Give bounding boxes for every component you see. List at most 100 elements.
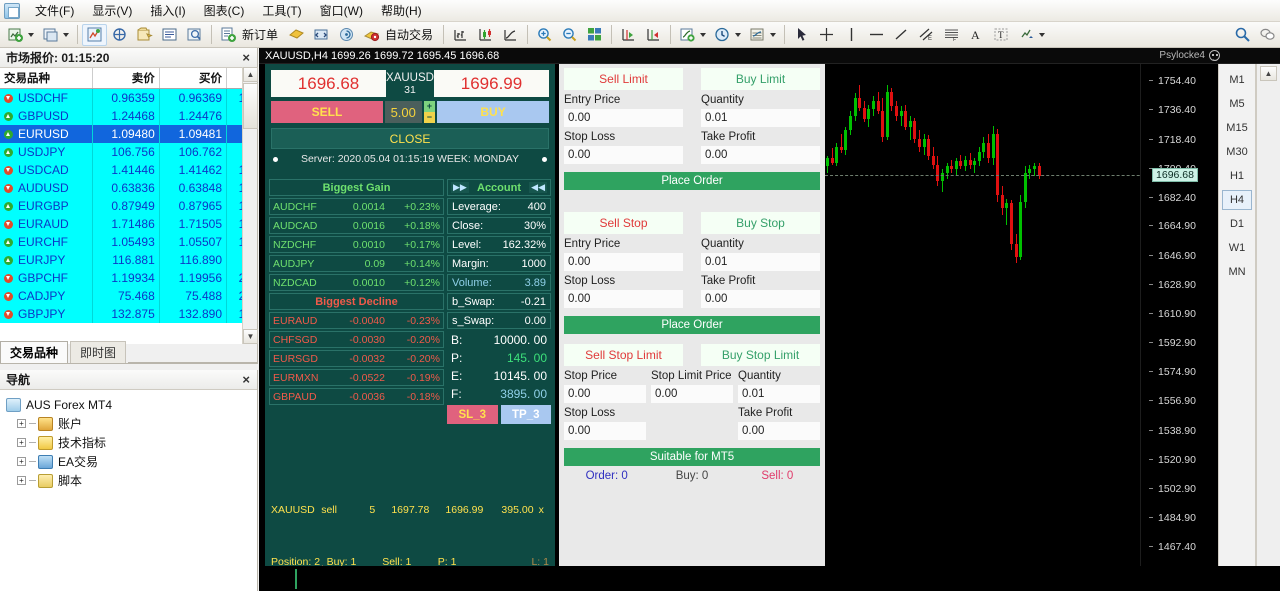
mover-row[interactable]: CHFSGD -0.0030 -0.20% [269,331,444,348]
new-order-button[interactable]: 新订单 [216,24,284,46]
table-row[interactable]: EURGBP0.879490.8796516 [0,196,257,215]
chevron-down-icon[interactable] [1039,32,1046,37]
equidistant-channel-button[interactable]: E [914,24,939,46]
stop-loss-input[interactable]: 0.00 [564,290,683,308]
candlestick-chart-button[interactable] [473,24,498,46]
data-window-button[interactable] [107,24,132,46]
sell-tab[interactable]: Sell Stop [564,212,683,234]
column-header-2[interactable]: 买价 [159,68,228,89]
stop-loss-preset-button[interactable]: SL_3 [447,405,498,424]
table-row[interactable]: EURAUD1.714861.7150519 [0,214,257,233]
table-row[interactable]: GBPJPY132.875132.89015 [0,304,257,323]
column-header-0[interactable]: 交易品种 [0,68,93,89]
table-row[interactable]: AUDUSD0.638360.6384812 [0,178,257,197]
table-row[interactable]: USDCHF0.963590.9636910 [0,88,257,107]
table-row[interactable]: USDCAD1.414461.4146216 [0,160,257,179]
menu-item-0[interactable]: 文件(F) [26,0,83,21]
stop-price-input[interactable]: 0.00 [564,385,646,403]
table-row[interactable]: EURCHF1.054931.0550714 [0,232,257,251]
quantity-input[interactable]: 0.01 [701,253,820,271]
fibonacci-button[interactable]: F [939,24,964,46]
tab-0[interactable]: 交易品种 [0,341,69,363]
indicators-button[interactable] [675,24,710,46]
timeframe-m30[interactable]: M30 [1222,142,1252,162]
mover-row[interactable]: EURSGD -0.0032 -0.20% [269,350,444,367]
take-profit-preset-button[interactable]: TP_3 [500,405,551,424]
autotrading-button[interactable]: 自动交易 [359,24,439,46]
bar-chart-button[interactable] [448,24,473,46]
bid-price[interactable]: 1696.68 [271,70,387,97]
trendline-button[interactable] [889,24,914,46]
navigator-button[interactable] [132,24,157,46]
timeframe-m5[interactable]: M5 [1222,94,1252,114]
expand-icon[interactable]: + [17,438,26,447]
nav-item-2[interactable]: + EA交易 [15,452,257,471]
mql5-community-button[interactable] [284,24,309,46]
close-icon[interactable]: × [239,372,253,387]
buy-button[interactable]: BUY [437,101,550,123]
chevron-down-icon[interactable] [700,32,707,37]
position-row[interactable]: XAUUSD sell 5 1697.78 1696.99 395.00 x [265,502,555,518]
new-chart-button[interactable] [3,24,38,46]
table-row[interactable]: CADJPY75.46875.48820 [0,286,257,305]
profiles-button[interactable] [38,24,73,46]
mover-row[interactable]: GBPAUD -0.0036 -0.18% [269,388,444,405]
sell-tab[interactable]: Sell Limit [564,68,683,90]
close-position-icon[interactable]: x [534,504,549,516]
scroll-up-icon[interactable]: ▲ [243,67,258,82]
nav-root[interactable]: AUS Forex MT4 [4,395,257,414]
ask-price[interactable]: 1696.99 [433,70,549,97]
close-all-button[interactable]: CLOSE [271,128,549,149]
chevron-down-icon[interactable] [770,32,777,37]
table-row[interactable]: EURUSD1.094801.094811 [0,124,257,143]
lot-size-input[interactable]: 5.00 [384,101,422,123]
stop-limit-price-input[interactable]: 0.00 [651,385,733,403]
table-row[interactable]: EURJPY116.881116.8909 [0,250,257,269]
take-profit-input[interactable]: 0.00 [701,290,820,308]
suitable-for-mt5-button[interactable]: Suitable for MT5 [564,448,820,466]
take-profit-input[interactable]: 0.00 [738,422,820,440]
table-row[interactable]: USDJPY106.756106.7626 [0,142,257,161]
take-profit-input[interactable]: 0.00 [701,146,820,164]
chevron-down-icon[interactable] [735,32,742,37]
sell-button[interactable]: SELL [271,101,383,123]
objects-button[interactable] [1014,24,1049,46]
close-icon[interactable]: × [239,50,253,65]
timeframe-mn[interactable]: MN [1222,262,1252,282]
buy-tab[interactable]: Buy Limit [701,68,820,90]
menu-item-4[interactable]: 工具(T) [253,0,310,21]
expand-icon[interactable]: + [17,457,26,466]
nav-item-3[interactable]: + 脚本 [15,471,257,490]
next-arrow-icon[interactable]: ◀◀ [529,182,547,193]
signals-button[interactable] [334,24,359,46]
chart-vertical-scrollbar[interactable]: ▲ [1256,64,1280,591]
chart-shift-button[interactable] [616,24,641,46]
mover-row[interactable]: EURMXN -0.0522 -0.19% [269,369,444,386]
chevron-down-icon[interactable] [28,32,34,37]
column-header-1[interactable]: 卖价 [92,68,160,89]
chevron-down-icon[interactable] [63,32,69,37]
sell-stop-limit-tab[interactable]: Sell Stop Limit [564,344,683,366]
crosshair-button[interactable] [814,24,839,46]
zoom-in-button[interactable] [532,24,557,46]
market-watch-button[interactable] [82,23,107,46]
table-row[interactable]: GBPUSD1.244681.244768 [0,106,257,125]
scroll-up-icon[interactable]: ▲ [1260,66,1277,81]
quantity-input[interactable]: 0.01 [738,385,820,403]
search-button[interactable] [1230,24,1255,46]
timeframe-w1[interactable]: W1 [1222,238,1252,258]
timeframe-h4[interactable]: H4 [1222,190,1252,210]
auto-scroll-button[interactable] [641,24,666,46]
nav-item-0[interactable]: + 账户 [15,414,257,433]
expand-icon[interactable]: + [17,476,26,485]
cursor-button[interactable] [789,24,814,46]
market-watch-scrollbar[interactable]: ▲ ▼ [242,67,258,344]
mover-row[interactable]: AUDJPY 0.09 +0.14% [269,255,444,272]
stop-loss-input[interactable]: 0.00 [564,146,683,164]
mover-row[interactable]: AUDCAD 0.0016 +0.18% [269,217,444,234]
tile-windows-button[interactable] [582,24,607,46]
quantity-input[interactable]: 0.01 [701,109,820,127]
mover-row[interactable]: NZDCAD 0.0010 +0.12% [269,274,444,291]
entry-price-input[interactable]: 0.00 [564,109,683,127]
stop-loss-input[interactable]: 0.00 [564,422,646,440]
